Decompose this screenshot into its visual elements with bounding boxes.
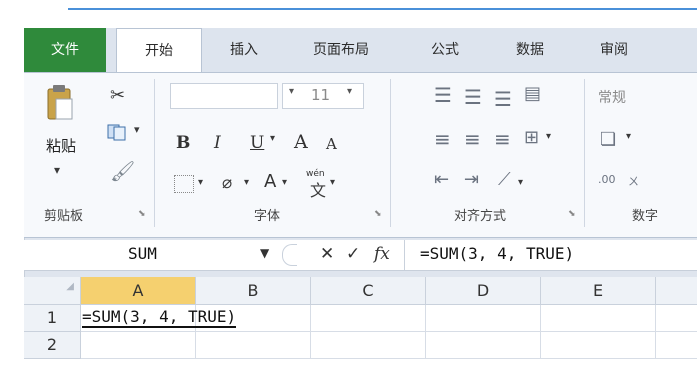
formula-bar-splitter[interactable] — [282, 244, 297, 266]
column-header-e[interactable]: E — [541, 277, 656, 305]
column-header-b[interactable]: B — [196, 277, 311, 305]
cell-c1[interactable] — [311, 305, 426, 332]
phonetic-guide-icon: 文 — [310, 181, 327, 200]
formula-input[interactable]: =SUM(3, 4, TRUE) — [420, 244, 574, 263]
tab-page-layout[interactable]: 页面布局 — [299, 28, 383, 72]
underline-button[interactable]: U — [250, 133, 264, 153]
tab-review[interactable]: 审阅 — [586, 28, 642, 72]
cell-c2[interactable] — [311, 332, 426, 359]
currency-icon[interactable]: ❏ — [600, 129, 616, 150]
cut-icon[interactable]: ✂ — [110, 85, 125, 106]
ribbon-tab-bar: 文件 开始 插入 页面布局 公式 数据 审阅 — [24, 28, 697, 74]
name-box-value: SUM — [128, 244, 157, 263]
align-right-icon[interactable]: ≡ — [494, 127, 511, 151]
worksheet-grid: ◢ A B C D E 1 2 =SUM(3, 4, TRUE) — [24, 277, 697, 370]
underline-dropdown-icon[interactable]: ▾ — [270, 133, 275, 144]
cell-d2[interactable] — [426, 332, 541, 359]
align-left-icon[interactable]: ≡ — [434, 127, 451, 151]
cell-b2[interactable] — [196, 332, 311, 359]
clipboard-launcher-icon[interactable]: ⬊ — [138, 209, 146, 219]
name-box-dropdown-icon[interactable]: ▼ — [260, 246, 269, 260]
group-separator — [154, 79, 155, 227]
cancel-icon[interactable]: ✕ — [320, 244, 334, 264]
tab-home[interactable]: 开始 — [116, 28, 202, 74]
clipboard-group-label: 剪贴板 — [44, 209, 84, 224]
align-middle-icon[interactable]: ☰ — [464, 85, 482, 109]
paste-icon[interactable] — [46, 83, 74, 121]
tab-data[interactable]: 数据 — [502, 28, 558, 72]
cell-d1[interactable] — [426, 305, 541, 332]
column-header-c[interactable]: C — [311, 277, 426, 305]
enter-icon[interactable]: ✓ — [346, 244, 360, 264]
ribbon-home: 粘贴 ▾ ✂ ▾ 🖌 剪贴板 ⬊ ▾ 11 ▾ B I U ▾ A A ▾ ⌀ … — [24, 72, 697, 238]
merge-dropdown-icon[interactable]: ▾ — [546, 131, 551, 142]
wrap-text-icon[interactable]: ▤ — [524, 83, 541, 104]
name-box[interactable]: SUM ▼ — [24, 242, 278, 268]
cell-a2[interactable] — [81, 332, 196, 359]
formula-divider — [404, 240, 405, 270]
grow-font-button[interactable]: A — [294, 131, 308, 153]
borders-dropdown-icon[interactable]: ▾ — [198, 177, 203, 188]
number-group-label: 数字 — [632, 209, 659, 224]
format-painter-icon[interactable]: 🖌 — [110, 159, 135, 183]
increase-indent-icon[interactable]: ⇥ — [464, 169, 479, 190]
column-header-f[interactable] — [656, 277, 697, 305]
column-header-d[interactable]: D — [426, 277, 541, 305]
formula-bar: SUM ▼ ✕ ✓ fx =SUM(3, 4, TRUE) — [24, 240, 697, 271]
number-format-field[interactable]: 常规 — [598, 87, 626, 107]
font-name-field[interactable] — [170, 83, 278, 109]
row-header-1[interactable]: 1 — [24, 305, 81, 332]
copy-icon[interactable] — [106, 123, 130, 141]
tab-file[interactable]: 文件 — [24, 28, 106, 72]
insert-function-button[interactable]: fx — [374, 244, 390, 264]
borders-icon[interactable] — [174, 175, 194, 193]
cell-f1[interactable] — [656, 305, 697, 332]
row-header-2[interactable]: 2 — [24, 332, 81, 359]
font-size-dropdown-icon[interactable]: ▾ — [289, 86, 294, 97]
cell-e1[interactable] — [541, 305, 656, 332]
cell-e2[interactable] — [541, 332, 656, 359]
align-top-icon[interactable]: ☰ — [434, 83, 452, 107]
cell-f2[interactable] — [656, 332, 697, 359]
top-accent-line — [68, 8, 697, 10]
group-separator — [390, 79, 391, 227]
decrease-indent-icon[interactable]: ⇤ — [434, 169, 449, 190]
column-header-a[interactable]: A — [81, 277, 196, 305]
bold-button[interactable]: B — [176, 133, 190, 153]
font-group-label: 字体 — [254, 209, 281, 224]
phonetic-dropdown-icon[interactable]: ▾ — [330, 177, 335, 188]
increase-decimal-button[interactable]: .00 — [598, 173, 616, 186]
paste-button[interactable]: 粘贴 — [46, 135, 76, 156]
fill-color-icon[interactable]: ⌀ — [222, 173, 232, 193]
italic-button[interactable]: I — [214, 133, 221, 153]
copy-dropdown-icon[interactable]: ▾ — [134, 123, 140, 136]
font-launcher-icon[interactable]: ⬊ — [374, 209, 382, 219]
font-color-button[interactable]: A — [264, 171, 276, 192]
tab-insert[interactable]: 插入 — [216, 28, 272, 72]
shrink-font-button[interactable]: A — [326, 135, 337, 153]
font-size-value: 11 — [311, 86, 331, 104]
font-size-field[interactable]: ▾ 11 ▾ — [282, 83, 364, 109]
paste-dropdown-icon[interactable]: ▾ — [54, 163, 60, 177]
alignment-launcher-icon[interactable]: ⬊ — [568, 209, 576, 219]
align-bottom-icon[interactable]: ☰ — [494, 87, 512, 111]
merge-center-icon[interactable]: ⊞ — [524, 127, 539, 148]
tab-formulas[interactable]: 公式 — [417, 28, 473, 72]
alignment-group-label: 对齐方式 — [454, 209, 507, 224]
align-center-icon[interactable]: ≡ — [464, 127, 481, 151]
cell-a1-content: =SUM(3, 4, TRUE) — [82, 307, 237, 328]
orientation-dropdown-icon[interactable]: ▾ — [518, 177, 523, 188]
font-color-dropdown-icon[interactable]: ▾ — [282, 177, 287, 188]
fill-color-dropdown-icon[interactable]: ▾ — [244, 177, 249, 188]
group-separator — [584, 79, 585, 227]
currency-dropdown-icon[interactable]: ▾ — [626, 131, 631, 142]
select-all-corner[interactable]: ◢ — [24, 277, 81, 305]
font-size-dropdown-arrow-icon[interactable]: ▾ — [347, 86, 352, 97]
orientation-icon[interactable]: ⟋ — [498, 169, 511, 190]
decrease-decimal-button[interactable]: ㄨ — [628, 173, 639, 189]
